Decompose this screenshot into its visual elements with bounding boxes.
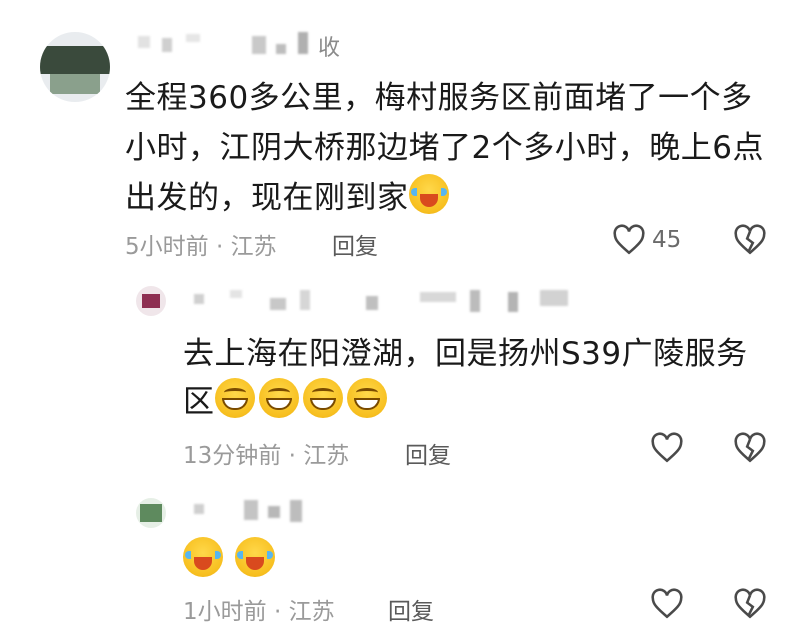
dislike-icon[interactable] — [733, 432, 767, 464]
comment-text-line: 出发的，现在刚到家 — [125, 172, 453, 224]
grin-icon — [302, 378, 343, 418]
comment-meta: 1小时前 · 江苏 — [183, 599, 335, 625]
like-icon[interactable] — [650, 432, 684, 464]
comment-meta: 13分钟前 · 江苏 — [183, 443, 350, 469]
avatar[interactable] — [40, 32, 110, 102]
grin-icon — [346, 378, 387, 418]
avatar[interactable] — [136, 286, 166, 316]
grin-icon — [214, 378, 255, 418]
comment-text-line: 小时，江阴大桥那边堵了2个多小时，晚上6点 — [125, 130, 764, 166]
dislike-icon[interactable] — [733, 224, 767, 256]
cry-laugh-icon — [183, 537, 223, 577]
dislike-icon[interactable] — [733, 588, 767, 620]
comment-text-line: 去上海在阳澄湖，回是扬州S39广陵服务 — [183, 336, 748, 372]
reply-button[interactable]: 回复 — [388, 592, 434, 626]
like-icon[interactable] — [650, 588, 684, 620]
comment-meta: 5小时前 · 江苏 — [125, 234, 277, 260]
comment-text-line: 全程360多公里，梅村服务区前面堵了一个多 — [125, 80, 753, 116]
comment-text-content: 出发的，现在刚到家 — [125, 180, 409, 216]
like-count: 45 — [652, 227, 682, 253]
comment-text-content: 区 — [183, 384, 215, 420]
like-icon[interactable] — [612, 224, 646, 256]
avatar[interactable] — [136, 498, 166, 528]
emoji-row — [183, 537, 279, 577]
reply-button[interactable]: 回复 — [332, 227, 378, 261]
username-suffix: 收 — [318, 36, 341, 61]
cry-laugh-icon — [408, 174, 449, 214]
comment-text-line: 区 — [183, 376, 391, 428]
grin-icon — [258, 378, 299, 418]
cry-laugh-icon — [235, 537, 275, 577]
reply-button[interactable]: 回复 — [405, 436, 451, 470]
